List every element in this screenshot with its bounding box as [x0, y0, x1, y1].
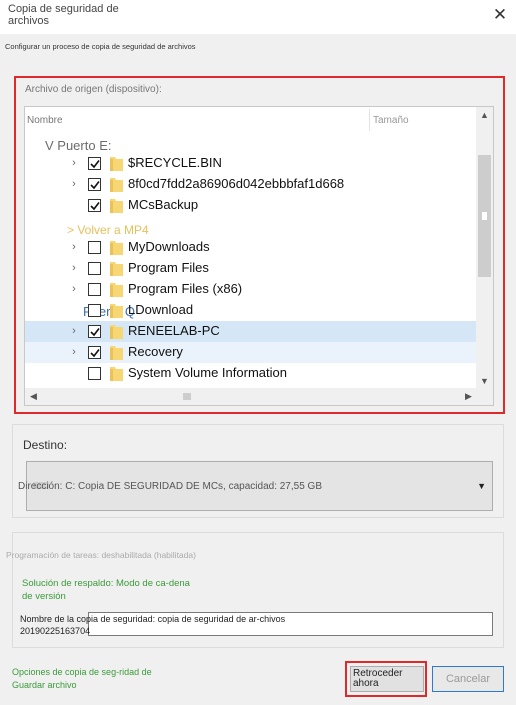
destination-label: Destino:: [23, 438, 68, 452]
expand-chevron-icon[interactable]: ›: [69, 263, 79, 274]
column-separator[interactable]: [369, 109, 370, 131]
expand-chevron-icon[interactable]: ›: [69, 284, 79, 295]
scroll-left-icon[interactable]: ◀: [25, 388, 42, 405]
item-name: RENEELAB-PC: [128, 323, 220, 338]
folder-icon: [110, 178, 123, 192]
item-checkbox[interactable]: [88, 304, 101, 317]
backup-options-link[interactable]: Opciones de copia de seg-ridad de Guarda…: [12, 666, 162, 692]
tree-row[interactable]: › Recovery: [25, 342, 477, 363]
drive-label: V Puerto E:: [45, 138, 112, 153]
expand-chevron-icon[interactable]: ›: [69, 347, 79, 358]
scroll-up-icon[interactable]: ▲: [476, 107, 493, 124]
expand-chevron-icon[interactable]: ›: [69, 158, 79, 169]
backup-scheme-text[interactable]: Solución de respaldo: Modo de ca-dena de…: [22, 577, 202, 603]
checkmark-icon: [90, 328, 100, 337]
folder-icon: [110, 367, 123, 381]
item-name: Program Files (x86): [128, 281, 243, 296]
expand-chevron-icon[interactable]: ›: [69, 242, 79, 253]
item-name: Program Files: [128, 260, 209, 275]
checkmark-icon: [90, 202, 100, 211]
folder-icon: [110, 241, 123, 255]
close-button[interactable]: ✕: [490, 5, 510, 25]
tree-row[interactable]: › 8f0cd7fdd2a86906d042ebbbfaf1d668: [25, 174, 477, 195]
column-header-name[interactable]: Nombre: [27, 115, 63, 126]
item-name: MCsBackup: [128, 197, 199, 212]
backup-name-value: Nombre de la copia de seguridad: copia d…: [20, 614, 286, 636]
dialog-subtitle: Configurar un proceso de copia de seguri…: [5, 42, 196, 51]
item-name: Recovery: [128, 344, 183, 359]
tree-row[interactable]: › $RECYCLE.BIN: [25, 153, 477, 174]
tree-row[interactable]: › Program Files: [25, 258, 477, 279]
tree-row[interactable]: MCsBackup: [25, 195, 477, 216]
scroll-corner: [476, 388, 493, 405]
folder-icon: [110, 199, 123, 213]
item-checkbox[interactable]: [88, 199, 101, 212]
item-checkbox[interactable]: [88, 283, 101, 296]
source-label: Archivo de origen (dispositivo):: [25, 84, 162, 95]
item-checkbox[interactable]: [88, 346, 101, 359]
checkmark-icon: [90, 181, 100, 190]
folder-icon: [110, 325, 123, 339]
folder-icon: [110, 304, 123, 318]
item-checkbox[interactable]: [88, 367, 101, 380]
item-checkbox[interactable]: [88, 241, 101, 254]
chevron-down-icon[interactable]: ▼: [477, 481, 486, 491]
source-tree[interactable]: Nombre Tamaño V Puerto E: > Volver a MP4…: [24, 106, 494, 406]
tree-row[interactable]: › RENEELAB-PC: [25, 321, 477, 342]
destination-section: Destino: Dirección: C: Copia DE SEGURIDA…: [12, 424, 504, 518]
item-checkbox[interactable]: [88, 178, 101, 191]
item-name: $RECYCLE.BIN: [128, 155, 222, 170]
expand-chevron-icon[interactable]: ›: [69, 326, 79, 337]
destination-value: Dirección: C: Copia DE SEGURIDAD DE MCs,…: [18, 481, 322, 492]
tree-row[interactable]: LDownload: [25, 300, 477, 321]
window-title: Copia de seguridad de archivos: [8, 3, 119, 27]
folder-icon: [110, 346, 123, 360]
back-label: > Volver a MP4: [67, 223, 149, 237]
horizontal-scrollbar[interactable]: ◀ ▶: [25, 388, 477, 405]
source-section: Archivo de origen (dispositivo): Nombre …: [14, 76, 505, 414]
item-checkbox[interactable]: [88, 325, 101, 338]
item-name: LDownload: [128, 302, 194, 317]
checkmark-icon: [90, 349, 100, 358]
horizontal-scroll-thumb[interactable]: [183, 393, 191, 400]
destination-select[interactable]: Dirección: C: Copia DE SEGURIDAD DE MCs,…: [18, 461, 493, 511]
item-name: System Volume Information: [128, 365, 287, 380]
expand-chevron-icon[interactable]: ›: [69, 179, 79, 190]
folder-icon: [110, 262, 123, 276]
folder-icon: [110, 283, 123, 297]
tree-row[interactable]: System Volume Information: [25, 363, 477, 384]
checkmark-icon: [90, 160, 100, 169]
vertical-scroll-thumb[interactable]: [478, 155, 491, 277]
schedule-text[interactable]: Programación de tareas: deshabilitada (h…: [6, 550, 196, 560]
vertical-scrollbar[interactable]: ▲ ▼: [476, 107, 493, 390]
tree-row[interactable]: › Program Files (x86): [25, 279, 477, 300]
scroll-grip: [482, 212, 487, 220]
tree-row[interactable]: › MyDownloads: [25, 237, 477, 258]
item-checkbox[interactable]: [88, 157, 101, 170]
column-header-size[interactable]: Tamaño: [373, 115, 409, 126]
item-name: MyDownloads: [128, 239, 210, 254]
scroll-right-icon[interactable]: ▶: [460, 388, 477, 405]
cancel-button[interactable]: Cancelar: [432, 666, 504, 692]
item-checkbox[interactable]: [88, 262, 101, 275]
backup-now-button[interactable]: Retroceder ahora: [350, 666, 424, 692]
folder-icon: [110, 157, 123, 171]
item-name: 8f0cd7fdd2a86906d042ebbbfaf1d668: [128, 176, 345, 191]
